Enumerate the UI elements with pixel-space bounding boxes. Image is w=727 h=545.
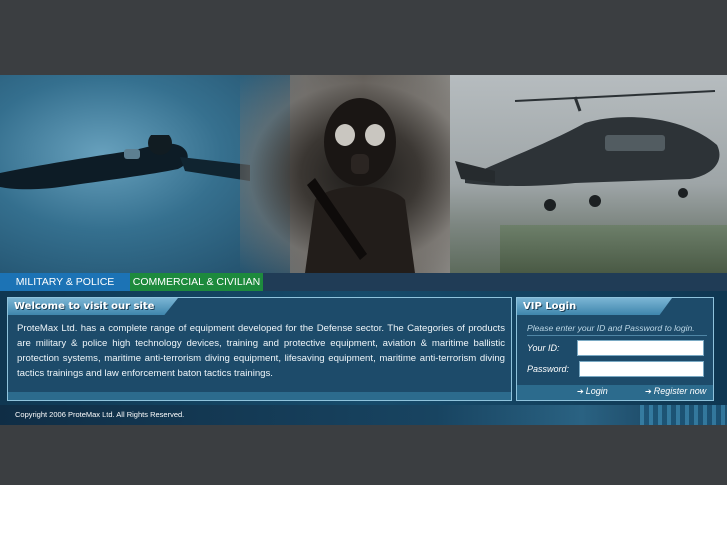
user-id-label: Your ID: [527, 343, 560, 353]
register-link-label: Register now [653, 386, 707, 396]
welcome-title: Welcome to visit our site [8, 298, 178, 315]
copyright-text: Copyright 2006 ProteMax Ltd. All Rights … [15, 410, 185, 419]
tab-commercial-civilian[interactable]: COMMERCIAL & CIVILIAN [130, 273, 263, 291]
hero-banner [0, 75, 727, 273]
login-link[interactable]: ➔ Login [577, 386, 608, 396]
vip-login-panel: VIP Login Please enter your ID and Passw… [516, 297, 714, 401]
helicopter-image [455, 90, 720, 211]
diver-image [0, 135, 250, 190]
gas-mask-soldier-image [305, 98, 415, 273]
top-band [0, 0, 727, 75]
footer: Copyright 2006 ProteMax Ltd. All Rights … [0, 405, 727, 425]
airfield-scene [500, 225, 727, 273]
welcome-stripe [8, 392, 511, 400]
main-content: Welcome to visit our site ProteMax Ltd. … [0, 291, 727, 405]
login-title: VIP Login [517, 298, 672, 315]
tab-military-police[interactable]: MILITARY & POLICE [0, 273, 130, 291]
login-link-label: Login [585, 386, 608, 396]
password-label: Password: [527, 364, 570, 374]
bottom-band [0, 425, 727, 485]
welcome-panel: Welcome to visit our site ProteMax Ltd. … [7, 297, 512, 401]
welcome-text: ProteMax Ltd. has a complete range of eq… [17, 323, 505, 379]
footer-decoration [640, 405, 727, 425]
arrow-right-icon: ➔ [645, 387, 652, 396]
register-link[interactable]: ➔ Register now [645, 386, 706, 396]
arrow-right-icon: ➔ [577, 387, 584, 396]
login-hint: Please enter your ID and Password to log… [527, 323, 707, 336]
password-input[interactable] [579, 361, 704, 377]
category-tabs: MILITARY & POLICE COMMERCIAL & CIVILIAN [0, 273, 727, 291]
user-id-input[interactable] [577, 340, 704, 356]
